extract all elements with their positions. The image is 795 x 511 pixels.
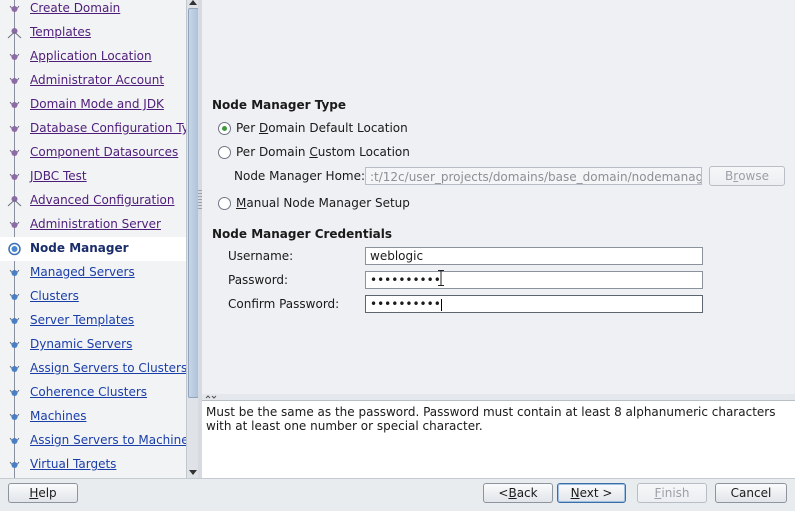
step-node-icon	[9, 101, 20, 108]
step-node-icon	[9, 317, 20, 324]
nav-item-assign-servers-to-clusters[interactable]: Assign Servers to Clusters	[0, 357, 186, 381]
nav-item-label: Database Configuration Typ	[30, 121, 186, 135]
radio-button-icon[interactable]	[218, 121, 231, 135]
nav-item-assign-servers-to-machines[interactable]: Assign Servers to Machines	[0, 429, 186, 453]
radio-button-icon[interactable]	[218, 196, 231, 210]
nav-item-database-configuration-typ[interactable]: Database Configuration Typ	[0, 117, 186, 141]
nav-item-dynamic-servers[interactable]: Dynamic Servers	[0, 333, 186, 357]
step-node-icon	[9, 149, 20, 156]
next-button[interactable]: Next >	[557, 483, 626, 503]
nav-item-label: Administrator Account	[30, 73, 165, 87]
cancel-button[interactable]: Cancel	[715, 483, 787, 503]
nav-item-label: Machines	[30, 409, 87, 423]
nav-item-label: Component Datasources	[30, 145, 179, 159]
step-node-icon	[9, 125, 20, 132]
node-manager-home-input[interactable]: :t/12c/user_projects/domains/base_domain…	[365, 167, 702, 185]
nav-item-label: Assign Servers to Clusters	[30, 361, 186, 375]
branch-step-icon	[7, 28, 22, 39]
step-node-icon	[9, 389, 20, 396]
scroll-up-arrow-icon[interactable]	[189, 0, 197, 5]
step-node-icon	[9, 77, 20, 84]
nav-item-label: Application Location	[30, 49, 152, 63]
nav-item-label: Templates	[30, 25, 92, 39]
navigation-tree: Create Domain Templates Application Locati…	[0, 0, 186, 478]
nav-item-administrator-account[interactable]: Administrator Account	[0, 69, 186, 93]
step-node-icon	[9, 173, 20, 180]
nav-item-label: Coherence Clusters	[30, 385, 148, 399]
radio-per-domain-default-label: Per Domain Default Location	[236, 121, 408, 135]
nav-item-application-location[interactable]: Application Location	[0, 45, 186, 69]
nav-item-label: Domain Mode and JDK	[30, 97, 164, 111]
help-message-panel: Must be the same as the password. Passwo…	[202, 400, 795, 478]
nav-item-machines[interactable]: Machines	[0, 405, 186, 429]
branch-step-icon	[7, 196, 22, 207]
nav-item-templates[interactable]: Templates	[0, 21, 186, 45]
nav-item-label: Create Domain	[30, 1, 121, 15]
nav-item-label: Node Manager	[30, 241, 129, 255]
content-panel: Node Manager Type Per Domain Default Loc…	[202, 0, 795, 398]
nav-item-advanced-configuration[interactable]: Advanced Configuration	[0, 189, 186, 213]
nav-item-virtual-targets[interactable]: Virtual Targets	[0, 453, 186, 477]
password-label: Password:	[228, 273, 289, 287]
nav-item-component-datasources[interactable]: Component Datasources	[0, 141, 186, 165]
nav-item-label: JDBC Test	[30, 169, 87, 183]
step-node-icon	[9, 269, 20, 276]
radio-manual-setup-label: Manual Node Manager Setup	[236, 196, 410, 210]
help-button[interactable]: Help	[8, 483, 78, 503]
step-node-icon	[9, 5, 20, 12]
step-node-icon	[9, 365, 20, 372]
nav-item-label: Server Templates	[30, 313, 135, 327]
radio-per-domain-custom[interactable]: Per Domain Custom Location	[218, 145, 410, 159]
nav-item-label: Managed Servers	[30, 265, 135, 279]
nav-item-node-manager[interactable]: Node Manager	[0, 237, 186, 261]
scroll-down-arrow-icon[interactable]	[189, 470, 197, 475]
ibeam-cursor-icon	[438, 270, 444, 286]
nav-item-clusters[interactable]: Clusters	[0, 285, 186, 309]
step-node-icon	[9, 293, 20, 300]
step-node-icon	[9, 437, 20, 444]
nav-item-create-domain[interactable]: Create Domain	[0, 0, 186, 21]
step-node-icon	[9, 413, 20, 420]
confirm-password-label: Confirm Password:	[228, 297, 340, 311]
current-step-icon	[8, 242, 21, 256]
radio-button-icon[interactable]	[218, 145, 231, 159]
nav-item-label: Clusters	[30, 289, 79, 303]
radio-per-domain-default[interactable]: Per Domain Default Location	[218, 121, 408, 135]
step-node-icon	[9, 461, 20, 468]
browse-button[interactable]: Br owse	[709, 166, 785, 186]
text-caret	[440, 298, 442, 311]
radio-manual-setup[interactable]: Manual Node Manager Setup	[218, 196, 410, 210]
wizard-button-bar: Help < Back Next > Finish Cancel	[0, 478, 795, 511]
node-manager-type-title: Node Manager Type	[212, 98, 347, 112]
nav-item-label: Dynamic Servers	[30, 337, 133, 351]
back-button[interactable]: < Back	[483, 483, 553, 503]
confirm-password-input[interactable]: ••••••••••	[365, 295, 703, 313]
finish-button[interactable]: Finish	[637, 483, 707, 503]
nav-item-managed-servers[interactable]: Managed Servers	[0, 261, 186, 285]
nav-item-label: Assign Servers to Machines	[30, 433, 186, 447]
username-label: Username:	[228, 249, 294, 263]
nav-item-label: Administration Server	[30, 217, 161, 231]
nav-item-label: Virtual Targets	[30, 457, 117, 471]
node-manager-home-label: Node Manager Home:	[234, 169, 366, 183]
nav-item-coherence-clusters[interactable]: Coherence Clusters	[0, 381, 186, 405]
credentials-title: Node Manager Credentials	[212, 227, 393, 241]
step-node-icon	[9, 53, 20, 60]
step-node-icon	[9, 341, 20, 348]
nav-item-domain-mode-and-jdk[interactable]: Domain Mode and JDK	[0, 93, 186, 117]
nav-item-server-templates[interactable]: Server Templates	[0, 309, 186, 333]
nav-item-administration-server[interactable]: Administration Server	[0, 213, 186, 237]
radio-per-domain-custom-label: Per Domain Custom Location	[236, 145, 410, 159]
step-node-icon	[9, 221, 20, 228]
password-input[interactable]: ••••••••••	[365, 271, 703, 289]
nav-item-jdbc-test[interactable]: JDBC Test	[0, 165, 186, 189]
nav-item-label: Advanced Configuration	[30, 193, 175, 207]
username-input[interactable]: weblogic	[365, 247, 703, 265]
